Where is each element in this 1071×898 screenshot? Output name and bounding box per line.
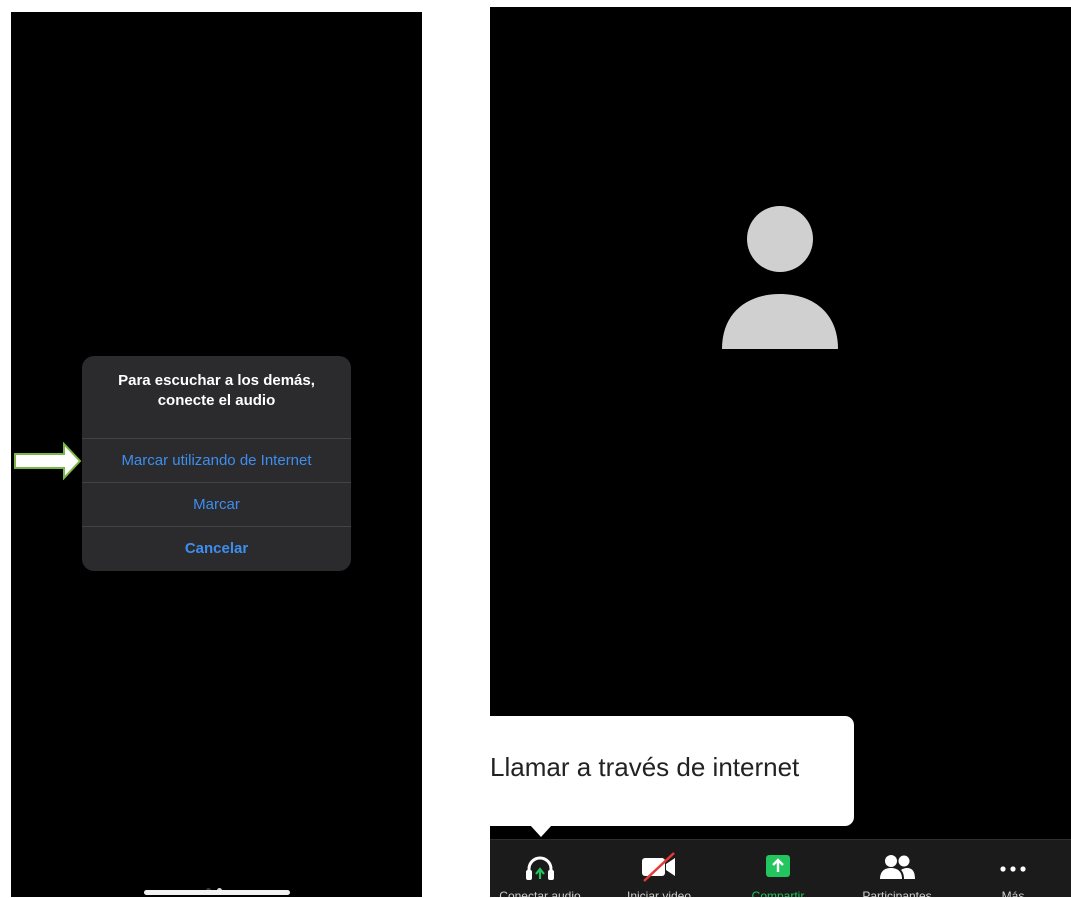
cancel-button[interactable]: Cancelar — [82, 526, 351, 570]
share-screen-icon — [733, 852, 823, 887]
dial-button[interactable]: Marcar — [82, 482, 351, 526]
start-video-label: Iniciar video — [626, 889, 692, 897]
connect-audio-label: Conectar audio — [499, 889, 581, 897]
arrow-right-icon — [14, 442, 82, 480]
page-indicator — [203, 880, 225, 898]
meeting-toolbar: Conectar audio Iniciar video Compartir P… — [490, 839, 1071, 897]
tooltip-text: Llamar a través de internet — [490, 752, 800, 782]
participants-button[interactable]: Participantes — [852, 840, 942, 897]
more-button[interactable]: Más — [968, 840, 1058, 897]
alert-message-line2: conecte el audio — [157, 392, 276, 409]
alert-message-line1: Para escuchar a los demás, — [118, 372, 315, 389]
home-indicator[interactable] — [144, 890, 290, 895]
tooltip-pointer — [530, 825, 552, 837]
dial-internet-button[interactable]: Marcar utilizando de Internet — [82, 438, 351, 482]
right-phone-screen: Llamar a través de internet Conectar aud… — [490, 7, 1071, 897]
share-label: Compartir — [751, 889, 805, 897]
tooltip: Llamar a través de internet — [490, 716, 854, 826]
participants-label: Participantes — [862, 889, 932, 897]
user-avatar-icon — [722, 206, 838, 349]
more-icon — [968, 852, 1058, 887]
participants-icon — [852, 852, 942, 887]
video-off-icon — [614, 852, 704, 887]
headphones-icon — [495, 852, 585, 887]
alert-message: Para escuchar a los demás, conecte el au… — [82, 356, 351, 438]
connect-audio-alert: Para escuchar a los demás, conecte el au… — [82, 356, 351, 571]
share-button[interactable]: Compartir — [733, 840, 823, 897]
connect-audio-button[interactable]: Conectar audio — [495, 840, 585, 897]
more-label: Más — [1001, 889, 1025, 897]
start-video-button[interactable]: Iniciar video — [614, 840, 704, 897]
